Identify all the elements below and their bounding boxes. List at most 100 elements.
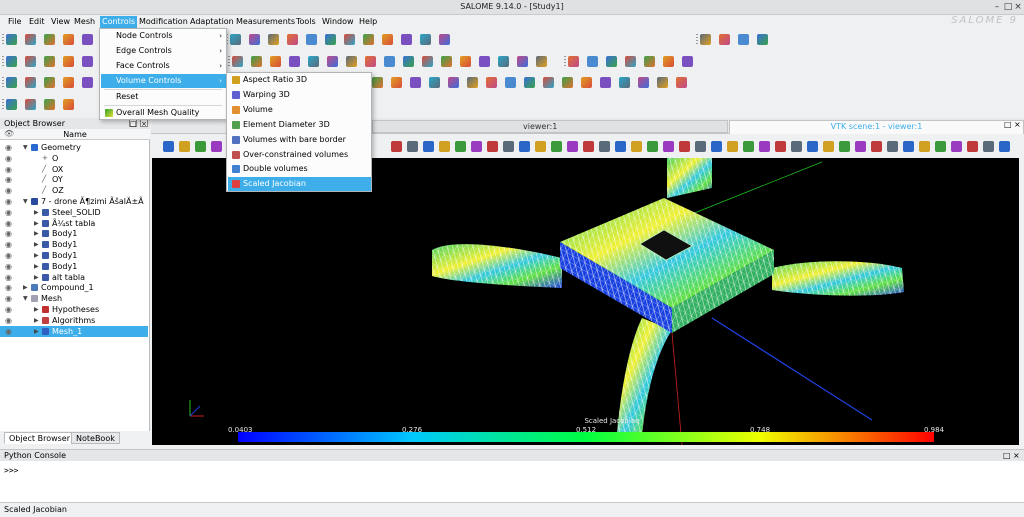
viewer-tool-icon[interactable] [743, 141, 754, 152]
tree-item[interactable]: ◉ ▼ 7 - drone Ã¶zimi ÃšalÄ±Ã [0, 196, 148, 207]
mesh-tool-icon[interactable] [268, 34, 279, 45]
toolbar-grip-handle[interactable] [564, 56, 566, 68]
tab-vtk-viewer[interactable]: VTK scene:1 - viewer:1 [729, 120, 1024, 134]
expand-arrow-icon[interactable]: ▶ [34, 239, 39, 250]
shading-tool-icon[interactable] [700, 34, 711, 45]
viewer-tool-icon[interactable] [455, 141, 466, 152]
menu-view[interactable]: View [49, 16, 72, 28]
menu-item-volume-control[interactable]: Double volumes [228, 162, 371, 176]
viewer-float-icon[interactable]: □ [1004, 120, 1012, 129]
node-tool-icon[interactable] [363, 34, 374, 45]
new-tool-icon[interactable] [6, 99, 17, 110]
drone-frame-mesh[interactable] [432, 158, 904, 435]
menu-measurements[interactable]: Measurements [234, 16, 297, 28]
hypothesis-tool-icon[interactable] [568, 56, 579, 67]
open-tool-icon[interactable] [422, 56, 433, 67]
tree-item[interactable]: ◉ ▼ Mesh [0, 293, 148, 304]
maximize-button[interactable]: □ [1003, 2, 1013, 12]
viewer-tool-icon[interactable] [775, 141, 786, 152]
menu-modification[interactable]: Modification [137, 16, 190, 28]
redo-tool-icon[interactable] [249, 34, 260, 45]
mesh-tool-icon[interactable] [536, 56, 547, 67]
menu-item-face-controls[interactable]: Face Controls › [101, 59, 226, 73]
visibility-eye-icon[interactable]: ◉ [5, 228, 12, 239]
expand-arrow-icon[interactable]: ▶ [34, 207, 39, 218]
visibility-eye-icon[interactable]: ◉ [5, 153, 12, 164]
toolbar-grip-handle[interactable] [2, 34, 4, 46]
python-console-input[interactable]: >>> [4, 466, 18, 475]
expand-arrow-icon[interactable]: ▼ [23, 142, 28, 153]
algorithm-tool-icon[interactable] [306, 34, 317, 45]
tree-item[interactable]: ◉ ▶ Hypotheses [0, 304, 148, 315]
viewer-tool-icon[interactable] [791, 141, 802, 152]
viewer-tool-icon[interactable] [999, 141, 1010, 152]
viewer-tool-icon[interactable] [679, 141, 690, 152]
console-close-icon[interactable]: × [1013, 450, 1020, 461]
tree-item[interactable]: ◉ ▶ Body1 [0, 250, 148, 261]
save-tool-icon[interactable] [441, 56, 452, 67]
viewer-tool-icon[interactable] [439, 141, 450, 152]
viewer-tool-icon[interactable] [967, 141, 978, 152]
visibility-eye-icon[interactable]: ◉ [5, 218, 12, 229]
shading-tool-icon[interactable] [467, 77, 478, 88]
viewer-tool-icon[interactable] [391, 141, 402, 152]
visibility-eye-icon[interactable]: ◉ [5, 261, 12, 272]
viewer-tool-icon[interactable] [503, 141, 514, 152]
viewer-tool-icon[interactable] [615, 141, 626, 152]
tree-item[interactable]: ◉ ▶ Ã¼st tabla [0, 218, 148, 229]
volume-tool-icon[interactable] [429, 77, 440, 88]
viewer-tool-icon[interactable] [855, 141, 866, 152]
node-tool-icon[interactable] [644, 56, 655, 67]
visibility-eye-icon[interactable]: ◉ [5, 282, 12, 293]
copy-tool-icon[interactable] [460, 56, 471, 67]
menu-window[interactable]: Window [320, 16, 356, 28]
face-tool-icon[interactable] [289, 56, 300, 67]
toolbar-grip-handle[interactable] [2, 99, 4, 111]
measure-tool-icon[interactable] [365, 56, 376, 67]
expand-arrow-icon[interactable]: ▼ [23, 196, 28, 207]
tree-item[interactable]: ◉ ▶ Body1 [0, 239, 148, 250]
new-tool-icon[interactable] [6, 56, 17, 67]
save-tool-icon[interactable] [44, 56, 55, 67]
viewer-tool-icon[interactable] [711, 141, 722, 152]
undo-tool-icon[interactable] [619, 77, 630, 88]
copy-tool-icon[interactable] [63, 99, 74, 110]
viewer-tool-icon[interactable] [423, 141, 434, 152]
viewer-tool-icon[interactable] [407, 141, 418, 152]
visibility-eye-icon[interactable]: ◉ [5, 250, 12, 261]
display-tool-icon[interactable] [384, 56, 395, 67]
new-tool-icon[interactable] [757, 34, 768, 45]
wireframe-tool-icon[interactable] [327, 56, 338, 67]
group-tool-icon[interactable] [325, 34, 336, 45]
new-tool-icon[interactable] [403, 56, 414, 67]
visibility-eye-icon[interactable]: ◉ [5, 272, 12, 283]
menu-item-volume-control[interactable]: Volumes with bare border [228, 133, 371, 147]
viewer-tool-icon[interactable] [647, 141, 658, 152]
visibility-eye-icon[interactable]: ◉ [5, 207, 12, 218]
tree-item[interactable]: ◉ ╱ OX [0, 164, 148, 175]
menu-item-overall-mesh-quality[interactable]: Overall Mesh Quality [101, 106, 226, 120]
node-tool-icon[interactable] [372, 77, 383, 88]
viewer-tool-icon[interactable] [871, 141, 882, 152]
viewer-tool-icon[interactable] [823, 141, 834, 152]
redo-tool-icon[interactable] [638, 77, 649, 88]
viewer-tool-icon[interactable] [631, 141, 642, 152]
face-tool-icon[interactable] [401, 34, 412, 45]
viewer-tool-icon[interactable] [903, 141, 914, 152]
visibility-eye-icon[interactable]: ◉ [5, 293, 12, 304]
expand-arrow-icon[interactable]: ▶ [34, 250, 39, 261]
viewer-tool-icon[interactable] [839, 141, 850, 152]
tab-occ-viewer[interactable]: viewer:1 [372, 120, 728, 133]
copy-tool-icon[interactable] [581, 77, 592, 88]
hypothesis-tool-icon[interactable] [676, 77, 687, 88]
copy-tool-icon[interactable] [63, 56, 74, 67]
undo-tool-icon[interactable] [230, 34, 241, 45]
face-tool-icon[interactable] [410, 77, 421, 88]
viewer-tool-icon[interactable] [583, 141, 594, 152]
viewer-tool-icon[interactable] [471, 141, 482, 152]
menu-edit[interactable]: Edit [27, 16, 47, 28]
minimize-button[interactable]: – [992, 2, 1002, 12]
shading-tool-icon[interactable] [346, 56, 357, 67]
viewer-tool-icon[interactable] [519, 141, 530, 152]
face-tool-icon[interactable] [682, 56, 693, 67]
